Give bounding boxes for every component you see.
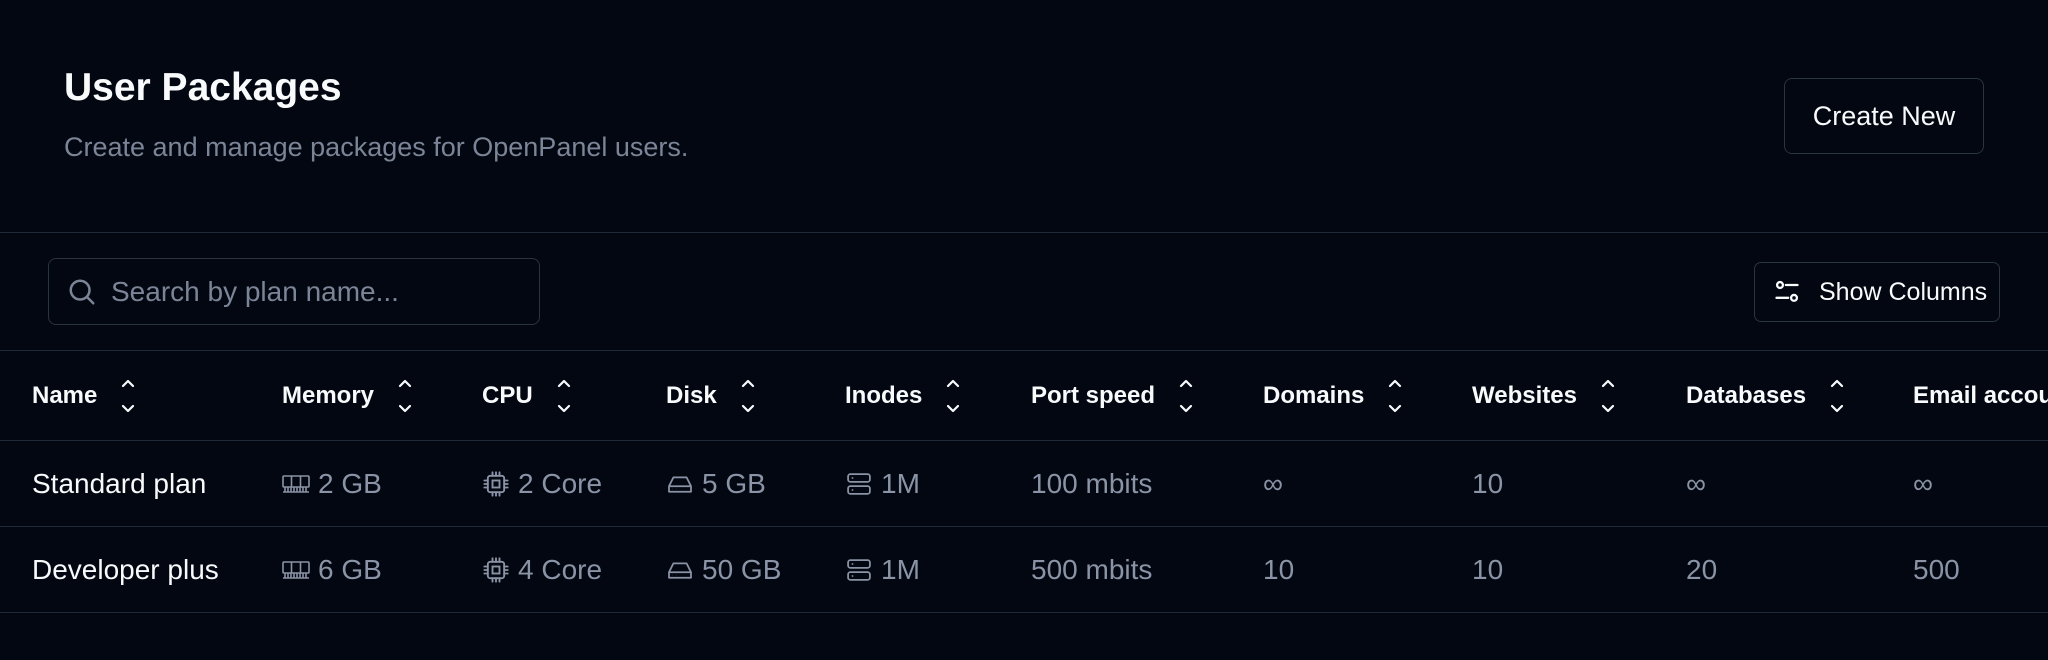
column-header-cpu[interactable]: CPU <box>482 351 573 440</box>
hard-drive-icon <box>666 473 702 495</box>
cell-cpu: 4 Core <box>482 527 602 612</box>
column-header-domains[interactable]: Domains <box>1263 351 1404 440</box>
search-box[interactable] <box>48 258 540 325</box>
cell-inodes: 1M <box>845 527 920 612</box>
cell-databases: 20 <box>1686 553 1718 585</box>
sort-icon[interactable] <box>1386 376 1404 416</box>
column-header-name[interactable]: Name <box>32 351 137 440</box>
cell-cpu: 2 Core <box>482 441 602 526</box>
server-icon <box>845 558 881 582</box>
page-subtitle: Create and manage packages for OpenPanel… <box>64 132 689 162</box>
sort-icon[interactable] <box>944 376 962 416</box>
search-input[interactable] <box>111 275 511 308</box>
column-header-websites[interactable]: Websites <box>1472 351 1617 440</box>
cell-port-speed: 100 mbits <box>1031 467 1153 499</box>
cell-port-speed: 500 mbits <box>1031 553 1153 585</box>
table-header-row: Name Memory CPU Disk Inodes Port speed D… <box>0 351 2048 441</box>
cell-email-accounts: ∞ <box>1913 467 1933 499</box>
cell-websites: 10 <box>1472 553 1504 585</box>
cell-databases: ∞ <box>1686 467 1706 499</box>
memory-stick-icon <box>282 474 318 494</box>
cell-disk: 5 GB <box>666 441 766 526</box>
search-icon <box>69 279 95 304</box>
cell-disk: 50 GB <box>666 527 781 612</box>
memory-stick-icon <box>282 560 318 580</box>
packages-table: Name Memory CPU Disk Inodes Port speed D… <box>0 351 2048 613</box>
show-columns-label: Show Columns <box>1819 277 1988 306</box>
page-title: User Packages <box>64 66 342 109</box>
table-toolbar: Show Columns <box>0 233 2048 351</box>
sliders-icon <box>1775 280 1799 302</box>
table-row[interactable]: Standard plan 2 GB 2 Core 5 GB 1M 100 mb… <box>0 441 2048 527</box>
cell-name: Developer plus <box>32 553 219 585</box>
cell-memory: 2 GB <box>282 441 382 526</box>
cell-websites: 10 <box>1472 467 1504 499</box>
page-header: User Packages Create and manage packages… <box>0 0 2048 233</box>
column-header-disk[interactable]: Disk <box>666 351 757 440</box>
sort-icon[interactable] <box>555 376 573 416</box>
sort-icon[interactable] <box>1599 376 1617 416</box>
cell-inodes: 1M <box>845 441 920 526</box>
column-header-email-accounts[interactable]: Email accou <box>1913 351 2048 440</box>
sort-icon[interactable] <box>1828 376 1846 416</box>
cell-email-accounts: 500 <box>1913 553 1960 585</box>
cpu-icon <box>482 556 518 584</box>
column-header-port-speed[interactable]: Port speed <box>1031 351 1195 440</box>
cell-name: Standard plan <box>32 467 207 499</box>
sort-icon[interactable] <box>396 376 414 416</box>
column-header-inodes[interactable]: Inodes <box>845 351 962 440</box>
cell-memory: 6 GB <box>282 527 382 612</box>
sort-icon[interactable] <box>119 376 137 416</box>
show-columns-button[interactable]: Show Columns <box>1754 262 2000 322</box>
create-new-button[interactable]: Create New <box>1784 78 1984 154</box>
cpu-icon <box>482 470 518 498</box>
column-header-databases[interactable]: Databases <box>1686 351 1846 440</box>
column-header-memory[interactable]: Memory <box>282 351 414 440</box>
server-icon <box>845 472 881 496</box>
sort-icon[interactable] <box>1177 376 1195 416</box>
table-row[interactable]: Developer plus 6 GB 4 Core 50 GB 1M 500 … <box>0 527 2048 613</box>
cell-domains: 10 <box>1263 553 1295 585</box>
cell-domains: ∞ <box>1263 467 1283 499</box>
hard-drive-icon <box>666 559 702 581</box>
sort-icon[interactable] <box>739 376 757 416</box>
